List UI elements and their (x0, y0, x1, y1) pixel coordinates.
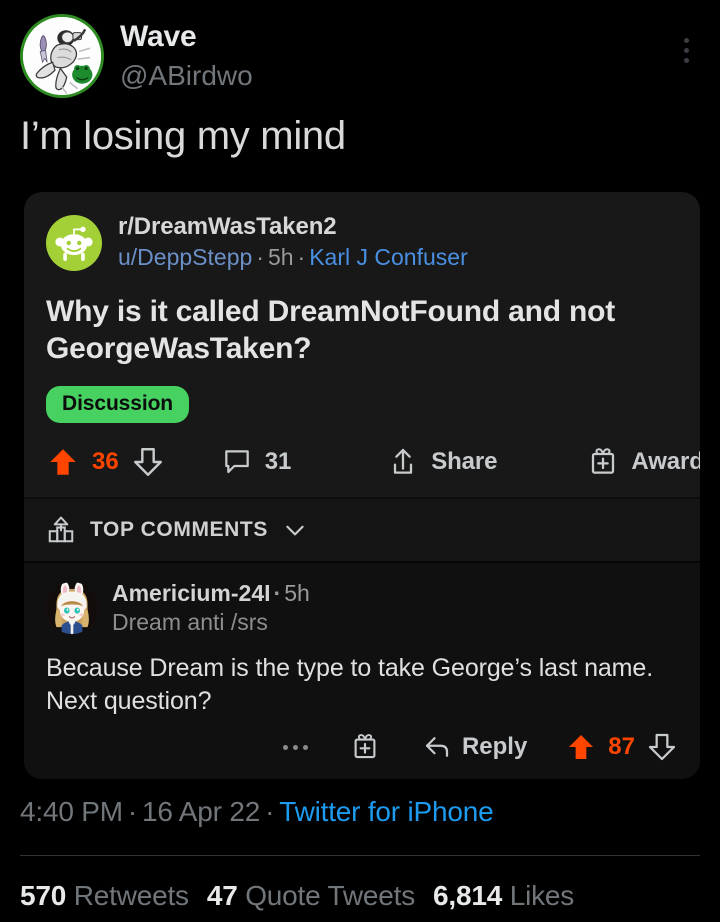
dot (683, 57, 689, 63)
likes-stat[interactable]: 6,814 Likes (433, 880, 574, 911)
comment-vote-group: 87 (565, 731, 678, 763)
meta-separator: · (297, 244, 306, 271)
downvote-arrow-icon[interactable] (646, 731, 678, 763)
meta-separator: · (273, 579, 282, 606)
comment-author[interactable]: Americium-24I (112, 580, 271, 606)
reddit-comment: Americium-24I · 5h Dream anti /srs Because… (24, 560, 700, 780)
tweet-text: I’m losing my mind (20, 114, 346, 158)
display-name: Wave (120, 20, 197, 53)
post-author[interactable]: u/DeppStepp (118, 244, 252, 270)
post-flair-badge[interactable]: Discussion (46, 385, 190, 423)
author-name-block: Wave @ABirdwo (120, 14, 668, 94)
footer-divider (20, 855, 700, 856)
dot (683, 37, 689, 43)
downvote-arrow-icon[interactable] (131, 445, 165, 479)
tweet-screenshot: Wave @ABirdwo I’m losing my mind r/Dream… (0, 0, 720, 922)
tweet-time: 4:40 PM (20, 796, 123, 827)
comment-author-line: Americium-24I · 5h (112, 579, 310, 608)
dot (282, 744, 288, 750)
dot (302, 744, 308, 750)
meta-separator: · (256, 244, 264, 271)
retweets-count: 570 (20, 880, 67, 911)
retweets-stat[interactable]: 570 Retweets (20, 880, 189, 911)
award-button[interactable]: Award (587, 446, 700, 478)
reddit-post-header: r/DreamWasTaken2 u/DeppStepp · 5h · Karl J C… (46, 212, 678, 273)
meta-separator: · (127, 796, 138, 827)
upvote-arrow-icon[interactable] (565, 731, 597, 763)
handle: @ABirdwo (120, 59, 253, 91)
post-author-flair: Karl J Confuser (309, 244, 468, 271)
reddit-post-title[interactable]: Why is it called DreamNotFound and not G… (46, 293, 678, 367)
post-score: 36 (92, 447, 119, 475)
ellipsis-icon[interactable] (282, 744, 308, 750)
award-label: Award (631, 447, 700, 475)
reddit-post-meta: u/DeppStepp · 5h · Karl J Confuser (118, 243, 468, 273)
vote-group: 36 (46, 445, 165, 479)
comment-bubble-icon[interactable] (221, 446, 253, 478)
comment-author-block: Americium-24I · 5h Dream anti /srs (112, 579, 310, 639)
reddit-snoo-icon (46, 214, 102, 271)
profile-avatar-astronaut-drawing (23, 17, 101, 95)
comment-actions: Reply 87 (46, 731, 678, 763)
meta-separator: · (265, 796, 275, 827)
reddit-post-meta-block: r/DreamWasTaken2 u/DeppStepp · 5h · Karl J C… (118, 212, 468, 273)
top-comments-label: TOP COMMENTS (90, 517, 268, 541)
award-gift-icon[interactable] (350, 732, 380, 762)
top-comments-sort-row[interactable]: TOP COMMENTS (24, 498, 700, 561)
comment-avatar-image (46, 582, 98, 635)
tweet-header: Wave @ABirdwo (0, 0, 720, 102)
likes-label: Likes (509, 880, 575, 911)
comment-age: 5h (284, 579, 310, 606)
share-button[interactable]: Share (387, 446, 498, 478)
post-age: 5h (267, 244, 294, 271)
retweets-label: Retweets (73, 880, 189, 911)
tweet-source[interactable]: Twitter for iPhone (279, 796, 493, 827)
comment-body: Because Dream is the type to take George… (46, 654, 654, 715)
subreddit-name[interactable]: r/DreamWasTaken2 (118, 212, 468, 241)
reddit-post-card[interactable]: r/DreamWasTaken2 u/DeppStepp · 5h · Karl J C… (24, 192, 700, 780)
reddit-post-body: r/DreamWasTaken2 u/DeppStepp · 5h · Karl J C… (24, 192, 700, 497)
comment-count-group[interactable]: 31 (221, 446, 292, 478)
dot (683, 47, 689, 53)
comment-score: 87 (608, 733, 635, 761)
avatar-image (23, 17, 101, 95)
likes-count: 6,814 (433, 880, 503, 911)
tweet-date: 16 Apr 22 (142, 796, 261, 827)
quote-tweets-stat[interactable]: 47 Quote Tweets (207, 880, 415, 911)
snoo-glyph (55, 226, 93, 261)
dot (292, 744, 298, 750)
reply-button[interactable]: Reply (422, 732, 527, 762)
award-gift-icon[interactable] (587, 446, 619, 478)
tweet-stats: 570 Retweets 47 Quote Tweets 6,814 Likes (20, 880, 592, 912)
more-vertical-icon[interactable] (668, 28, 704, 72)
reddit-post-actions: 36 31 Share Award (46, 445, 700, 497)
share-icon[interactable] (387, 446, 419, 478)
comment-count: 31 (264, 447, 292, 475)
share-label: Share (431, 447, 498, 475)
comment-author-flair: Dream anti /srs (112, 609, 268, 636)
tweet-timestamp: 4:40 PM · 16 Apr 22 · Twitter for iPhone (20, 796, 494, 828)
upvote-arrow-icon[interactable] (46, 445, 80, 479)
reply-arrow-icon[interactable] (422, 732, 452, 762)
quotes-count: 47 (206, 880, 238, 911)
chevron-down-icon[interactable] (282, 517, 308, 543)
reply-label: Reply (461, 733, 528, 761)
comment-header: Americium-24I · 5h Dream anti /srs (46, 579, 678, 639)
comment-avatar-bunny-hood-girl[interactable] (46, 582, 98, 635)
sort-podium-icon (48, 516, 74, 542)
quotes-label: Quote Tweets (245, 880, 416, 911)
avatar[interactable] (20, 14, 104, 98)
